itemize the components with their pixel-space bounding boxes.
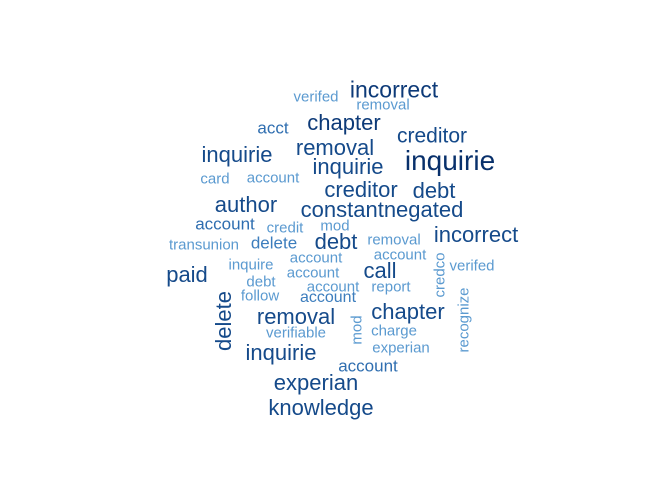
- word: incorrect: [433, 222, 519, 247]
- word: account: [299, 289, 357, 306]
- word: verifed: [449, 257, 495, 275]
- word: account: [195, 214, 255, 234]
- word: card: [200, 170, 230, 188]
- word: report: [371, 278, 411, 296]
- word: creditor: [324, 177, 398, 202]
- word: credco: [431, 252, 449, 298]
- word: paid: [166, 262, 208, 287]
- word: inquirie: [312, 154, 384, 179]
- word: verifiable: [265, 324, 327, 342]
- word: acct: [257, 118, 289, 138]
- word: verifed: [293, 88, 339, 106]
- word: chapter: [371, 299, 445, 324]
- word: inquirie: [404, 145, 496, 176]
- word: account: [289, 249, 343, 267]
- word-cloud: inquirie incorrect chapter creditor inqu…: [0, 0, 672, 480]
- word: mod: [320, 217, 350, 235]
- word: recognize: [455, 287, 473, 353]
- word: debt: [412, 178, 456, 203]
- word: author: [214, 192, 278, 217]
- word: follow: [240, 287, 280, 305]
- word: inquire: [228, 256, 274, 274]
- word: delete: [211, 291, 236, 351]
- word: removal: [356, 96, 410, 114]
- word: removal: [367, 231, 421, 249]
- word: knowledge: [268, 395, 374, 420]
- word: mod: [348, 315, 366, 345]
- word: experian: [372, 339, 430, 357]
- word: account: [373, 246, 427, 264]
- word: creditor: [396, 124, 468, 148]
- word: charge: [371, 322, 417, 340]
- word: account: [338, 356, 398, 376]
- word: inquirie: [201, 142, 273, 167]
- word: chapter: [307, 110, 381, 135]
- word: inquirie: [245, 340, 317, 365]
- word: transunion: [168, 236, 240, 254]
- word: account: [246, 169, 300, 187]
